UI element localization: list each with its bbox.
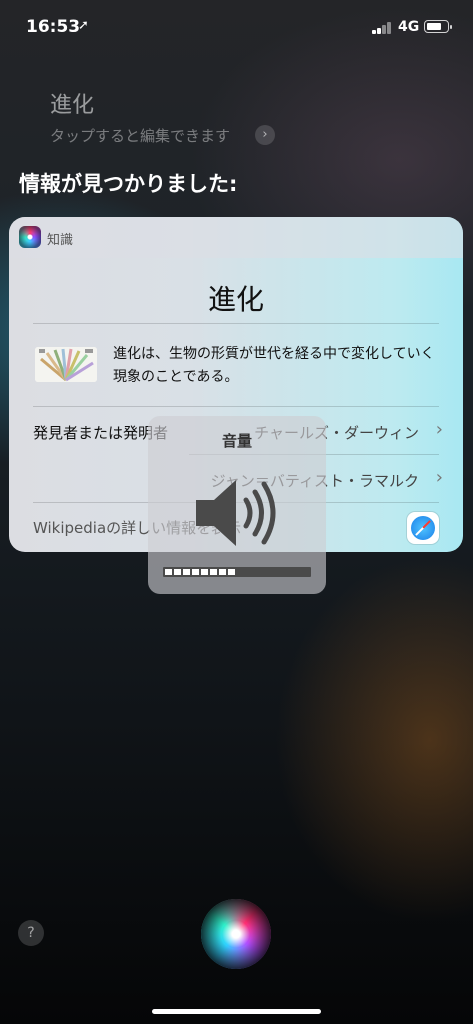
volume-title: 音量	[221, 432, 252, 450]
card-app-name: 知識	[47, 233, 74, 248]
siri-orb-button[interactable]	[201, 899, 271, 969]
volume-segment	[174, 569, 181, 575]
speaker-icon	[196, 480, 276, 546]
help-icon[interactable]: ?	[18, 920, 44, 946]
volume-segment	[183, 569, 190, 575]
siri-screen: 16:53 ➚ 4G 進化 タップすると編集できます › 情報が見つかりました:…	[0, 0, 473, 1024]
volume-segment	[201, 569, 208, 575]
battery-icon	[424, 20, 452, 33]
volume-level-bar	[163, 567, 311, 577]
siri-query[interactable]: 進化	[50, 87, 94, 119]
chevron-right-icon[interactable]: ›	[436, 467, 443, 488]
location-icon: ➚	[78, 18, 89, 33]
card-title: 進化	[207, 283, 264, 316]
volume-segment	[165, 569, 172, 575]
safari-icon[interactable]	[407, 512, 439, 544]
divider	[33, 323, 439, 324]
volume-hud: 音量	[148, 416, 326, 594]
volume-segment	[219, 569, 226, 575]
volume-segment	[192, 569, 199, 575]
clock: 16:53	[26, 17, 81, 37]
signal-icon	[372, 22, 394, 34]
chevron-right-icon[interactable]: ›	[436, 419, 443, 440]
card-header: 知識	[9, 217, 463, 258]
siri-app-icon	[19, 226, 41, 248]
chevron-right-icon[interactable]: ›	[255, 125, 275, 145]
home-indicator[interactable]	[152, 1009, 321, 1014]
siri-response-text: 情報が見つかりました:	[19, 172, 238, 196]
card-description: 進化は、生物の形質が世代を経る中で変化していく現象のことである。	[113, 346, 435, 385]
volume-segment	[228, 569, 235, 575]
edit-hint[interactable]: タップすると編集できます	[50, 125, 230, 146]
volume-segment	[210, 569, 217, 575]
status-bar: 16:53 ➚ 4G	[0, 0, 473, 52]
divider	[33, 406, 439, 407]
network-type: 4G	[398, 19, 420, 35]
evolution-thumbnail-image	[35, 347, 97, 382]
